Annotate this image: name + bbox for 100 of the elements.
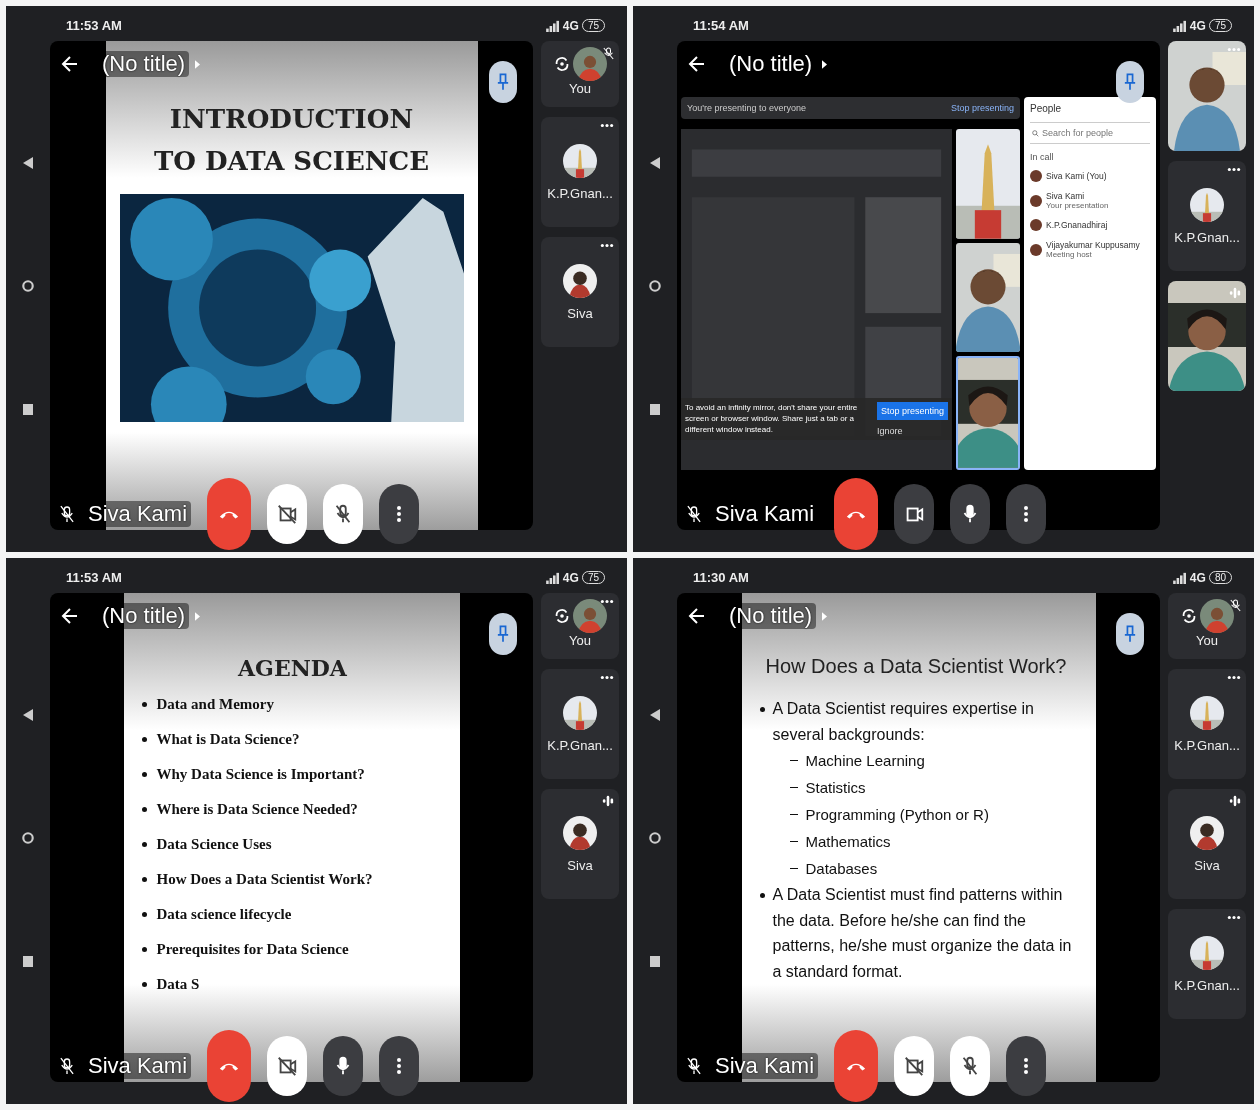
- back-arrow-icon[interactable]: [687, 606, 707, 626]
- back-arrow-icon[interactable]: [60, 606, 80, 626]
- bullet-text: Data S: [156, 976, 200, 993]
- back-arrow-icon[interactable]: [687, 54, 707, 74]
- pin-button[interactable]: [489, 61, 517, 103]
- more-icon[interactable]: [600, 123, 614, 128]
- stop-presenting-button[interactable]: Stop presenting: [876, 402, 948, 420]
- more-icon[interactable]: [600, 599, 614, 604]
- camera-switch-icon[interactable]: [553, 55, 571, 73]
- end-call-button[interactable]: [207, 1030, 252, 1102]
- pin-button[interactable]: [1116, 613, 1144, 655]
- recents-nav-icon[interactable]: [649, 953, 661, 968]
- pin-icon: [1124, 625, 1136, 643]
- back-nav-icon[interactable]: [22, 707, 34, 722]
- participant-name: K.P.Gnan...: [1174, 737, 1240, 753]
- avatar: [1030, 243, 1042, 256]
- mic-off-icon: [60, 1057, 74, 1075]
- mic-button[interactable]: [323, 1036, 364, 1096]
- participant-tile[interactable]: K.P.Gnan...: [541, 669, 619, 779]
- caret-icon: [822, 59, 828, 69]
- home-nav-icon[interactable]: [22, 278, 34, 293]
- back-nav-icon[interactable]: [649, 707, 661, 722]
- bullet-text: Prerequisites for Data Science: [156, 941, 349, 958]
- caret-icon: [822, 611, 828, 621]
- camera-off-icon: [903, 1055, 926, 1077]
- participant-name: K.P.Gnan...: [547, 737, 613, 753]
- pin-button[interactable]: [489, 613, 517, 655]
- participant-tile[interactable]: You: [541, 593, 619, 659]
- participant-tile[interactable]: K.P.Gnan...: [1168, 669, 1246, 779]
- section-label: In call: [1030, 152, 1055, 162]
- caret-icon: [195, 59, 201, 69]
- end-call-button[interactable]: [207, 478, 252, 550]
- mic-off-button[interactable]: [323, 484, 364, 544]
- mic-button[interactable]: [950, 484, 991, 544]
- bullet-icon: [141, 842, 147, 847]
- dash-icon: [789, 786, 798, 789]
- more-icon[interactable]: [1227, 675, 1241, 680]
- more-icon[interactable]: [600, 675, 614, 680]
- avatar: [1030, 194, 1042, 207]
- signal-icon: [1172, 571, 1187, 584]
- slide-title: How Does a Data Scientist Work?: [765, 655, 1067, 678]
- more-options-button[interactable]: [379, 1036, 420, 1096]
- more-vertical-icon: [1024, 506, 1029, 522]
- mic-off-icon: [60, 505, 74, 523]
- participant-tile[interactable]: You: [541, 41, 619, 107]
- back-arrow-icon[interactable]: [60, 54, 80, 74]
- bullet-icon: [141, 772, 147, 777]
- participant-name: You: [1196, 633, 1218, 648]
- more-options-button[interactable]: [1006, 1036, 1047, 1096]
- network-type: 4G: [1189, 570, 1206, 585]
- participant-tile[interactable]: K.P.Gnan...: [1168, 161, 1246, 271]
- participant-tile[interactable]: Siva: [1168, 789, 1246, 899]
- participant-name: K.P.Gnan...: [1174, 229, 1240, 245]
- camera-switch-icon[interactable]: [1180, 607, 1198, 625]
- dash-icon: [789, 759, 798, 762]
- signal-icon: [545, 19, 560, 32]
- pin-icon: [497, 625, 509, 643]
- ignore-button[interactable]: Ignore: [876, 426, 948, 436]
- camera-button[interactable]: [894, 484, 935, 544]
- more-options-button[interactable]: [379, 484, 420, 544]
- bullet-icon: [141, 947, 147, 952]
- participant-tile[interactable]: You: [1168, 593, 1246, 659]
- more-vertical-icon: [397, 506, 402, 522]
- pin-icon: [1124, 73, 1136, 91]
- participant-tile[interactable]: K.P.Gnan...: [541, 117, 619, 227]
- participant-tile[interactable]: Siva: [541, 789, 619, 899]
- bullet-text: How Does a Data Scientist Work?: [156, 871, 373, 888]
- home-nav-icon[interactable]: [22, 830, 34, 845]
- back-nav-icon[interactable]: [649, 155, 661, 170]
- recents-nav-icon[interactable]: [22, 953, 34, 968]
- camera-off-button[interactable]: [267, 484, 308, 544]
- back-nav-icon[interactable]: [22, 155, 34, 170]
- bullet-icon: [759, 707, 765, 712]
- camera-off-button[interactable]: [267, 1036, 308, 1096]
- caret-icon: [195, 611, 201, 621]
- bullet-icon: [141, 877, 147, 882]
- participant-tile[interactable]: K.P.Gnan...: [1168, 909, 1246, 1019]
- participant-tile[interactable]: Siva: [541, 237, 619, 347]
- more-icon[interactable]: [600, 243, 614, 248]
- end-call-button[interactable]: [834, 478, 879, 550]
- pin-button[interactable]: [1116, 61, 1144, 103]
- more-icon[interactable]: [1227, 915, 1241, 920]
- home-nav-icon[interactable]: [649, 830, 661, 845]
- recents-nav-icon[interactable]: [649, 401, 661, 416]
- stop-presenting-link[interactable]: Stop presenting: [950, 103, 1014, 113]
- status-time: 11:53 AM: [66, 18, 122, 33]
- mic-off-icon: [687, 505, 701, 523]
- more-icon[interactable]: [1227, 167, 1241, 172]
- search-field[interactable]: Search for people: [1042, 128, 1142, 138]
- home-nav-icon[interactable]: [649, 278, 661, 293]
- camera-switch-icon[interactable]: [553, 607, 571, 625]
- mic-off-button[interactable]: [950, 1036, 991, 1096]
- bullet-icon: [141, 807, 147, 812]
- bullet-icon: [141, 982, 147, 987]
- recents-nav-icon[interactable]: [22, 401, 34, 416]
- slide-title: AGENDA: [238, 655, 347, 681]
- end-call-button[interactable]: [834, 1030, 879, 1102]
- camera-off-button[interactable]: [894, 1036, 935, 1096]
- participant-name: Siva Kami: [1046, 191, 1086, 201]
- sub-bullet-text: Machine Learning: [805, 751, 925, 772]
